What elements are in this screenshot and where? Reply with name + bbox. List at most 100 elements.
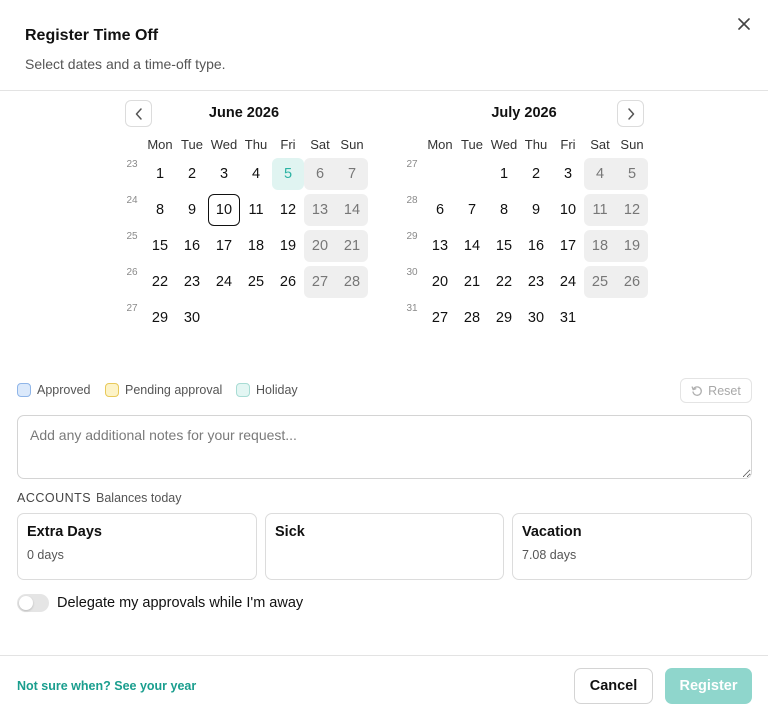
calendar-day[interactable]: 8 bbox=[488, 194, 520, 226]
header-divider bbox=[0, 90, 768, 91]
dialog-subtitle: Select dates and a time-off type. bbox=[25, 56, 226, 72]
calendar-day[interactable]: 31 bbox=[552, 302, 584, 334]
calendar-day[interactable]: 5 bbox=[272, 158, 304, 190]
calendar-day[interactable]: 24 bbox=[552, 266, 584, 298]
calendar-day[interactable]: 29 bbox=[144, 302, 176, 334]
legend-holiday: Holiday bbox=[236, 383, 298, 397]
chevron-left-icon bbox=[135, 107, 142, 120]
see-your-year-link[interactable]: Not sure when? See your year bbox=[17, 679, 196, 693]
chevron-right-icon bbox=[627, 107, 634, 120]
calendar-day[interactable]: 18 bbox=[584, 230, 616, 262]
prev-month-button[interactable] bbox=[125, 100, 152, 127]
close-button[interactable] bbox=[734, 14, 754, 34]
calendar-day[interactable]: 4 bbox=[584, 158, 616, 190]
calendar-day[interactable]: 11 bbox=[584, 194, 616, 226]
calendar-day[interactable]: 23 bbox=[520, 266, 552, 298]
weekday-header: Tue bbox=[181, 137, 203, 152]
account-card-sick[interactable]: Sick bbox=[265, 513, 504, 580]
calendar-day[interactable]: 18 bbox=[240, 230, 272, 262]
calendar-day[interactable]: 14 bbox=[336, 194, 368, 226]
calendar-day[interactable]: 7 bbox=[456, 194, 488, 226]
calendar-day[interactable]: 30 bbox=[520, 302, 552, 334]
delegate-label: Delegate my approvals while I'm away bbox=[57, 595, 304, 611]
calendar-day[interactable]: 9 bbox=[520, 194, 552, 226]
holiday-swatch bbox=[236, 383, 250, 397]
calendar-day[interactable]: 30 bbox=[176, 302, 208, 334]
calendar-day[interactable]: 12 bbox=[616, 194, 648, 226]
calendar-day[interactable]: 11 bbox=[240, 194, 272, 226]
account-card-extra-days[interactable]: Extra Days 0 days bbox=[17, 513, 257, 580]
calendar-day[interactable]: 15 bbox=[488, 230, 520, 262]
notes-textarea[interactable] bbox=[17, 415, 752, 479]
legend-pending: Pending approval bbox=[105, 383, 222, 397]
calendar-day[interactable]: 24 bbox=[208, 266, 240, 298]
calendar-day[interactable]: 29 bbox=[488, 302, 520, 334]
calendar-day[interactable]: 28 bbox=[456, 302, 488, 334]
calendar-day[interactable]: 15 bbox=[144, 230, 176, 262]
weekday-header: Wed bbox=[490, 137, 518, 152]
calendar-day[interactable]: 3 bbox=[552, 158, 584, 190]
reset-label: Reset bbox=[708, 383, 741, 398]
calendar-day[interactable]: 1 bbox=[144, 158, 176, 190]
weekday-header: Fri bbox=[280, 137, 296, 152]
delegate-toggle[interactable] bbox=[17, 594, 49, 612]
calendar-day[interactable]: 10 bbox=[208, 194, 240, 226]
calendar-day[interactable]: 13 bbox=[304, 194, 336, 226]
calendar-day[interactable]: 1 bbox=[488, 158, 520, 190]
weekday-header: Fri bbox=[560, 137, 576, 152]
calendar-day[interactable]: 21 bbox=[336, 230, 368, 262]
calendar-day[interactable]: 20 bbox=[424, 266, 456, 298]
weekday-header: Sun bbox=[620, 137, 644, 152]
calendar-day[interactable]: 5 bbox=[616, 158, 648, 190]
legend-holiday-label: Holiday bbox=[256, 383, 298, 397]
week-number: 23 bbox=[126, 159, 138, 170]
calendar-day[interactable]: 2 bbox=[176, 158, 208, 190]
calendar-day[interactable]: 16 bbox=[176, 230, 208, 262]
register-button[interactable]: Register bbox=[665, 668, 752, 704]
account-balance: 0 days bbox=[27, 548, 64, 562]
account-name: Sick bbox=[275, 524, 305, 540]
calendar-day[interactable]: 21 bbox=[456, 266, 488, 298]
account-card-vacation[interactable]: Vacation 7.08 days bbox=[512, 513, 752, 580]
calendar-day[interactable]: 4 bbox=[240, 158, 272, 190]
calendar-day[interactable]: 17 bbox=[208, 230, 240, 262]
calendar-day[interactable]: 17 bbox=[552, 230, 584, 262]
calendar-day[interactable]: 25 bbox=[240, 266, 272, 298]
calendar-day[interactable]: 25 bbox=[584, 266, 616, 298]
calendar-day[interactable]: 28 bbox=[336, 266, 368, 298]
calendar-day[interactable]: 23 bbox=[176, 266, 208, 298]
calendar-day[interactable]: 6 bbox=[424, 194, 456, 226]
calendar-day[interactable]: 12 bbox=[272, 194, 304, 226]
calendar-day[interactable]: 10 bbox=[552, 194, 584, 226]
pending-swatch bbox=[105, 383, 119, 397]
weekday-header: Mon bbox=[427, 137, 453, 152]
calendar-day[interactable]: 22 bbox=[488, 266, 520, 298]
accounts-heading: ACCOUNTS bbox=[17, 491, 92, 505]
calendar-day[interactable]: 20 bbox=[304, 230, 336, 262]
calendar-day[interactable]: 27 bbox=[304, 266, 336, 298]
calendar-day[interactable]: 8 bbox=[144, 194, 176, 226]
calendar-day[interactable]: 19 bbox=[616, 230, 648, 262]
calendar-day[interactable]: 2 bbox=[520, 158, 552, 190]
calendar-day[interactable]: 26 bbox=[616, 266, 648, 298]
calendar-day[interactable]: 16 bbox=[520, 230, 552, 262]
week-number: 29 bbox=[406, 231, 418, 242]
calendar-day[interactable]: 22 bbox=[144, 266, 176, 298]
approved-swatch bbox=[17, 383, 31, 397]
calendar-day[interactable]: 19 bbox=[272, 230, 304, 262]
calendar-day[interactable]: 26 bbox=[272, 266, 304, 298]
cancel-button[interactable]: Cancel bbox=[574, 668, 653, 704]
legend-pending-label: Pending approval bbox=[125, 383, 223, 397]
calendar-day[interactable]: 3 bbox=[208, 158, 240, 190]
calendar-day[interactable]: 6 bbox=[304, 158, 336, 190]
calendar-day[interactable]: 14 bbox=[456, 230, 488, 262]
reset-button[interactable]: Reset bbox=[680, 378, 752, 403]
account-balance: 7.08 days bbox=[522, 548, 577, 562]
calendar-day[interactable]: 27 bbox=[424, 302, 456, 334]
calendar-day[interactable]: 13 bbox=[424, 230, 456, 262]
next-month-button[interactable] bbox=[617, 100, 644, 127]
calendar-day[interactable]: 9 bbox=[176, 194, 208, 226]
legend-approved: Approved bbox=[17, 383, 91, 397]
calendar-day[interactable]: 7 bbox=[336, 158, 368, 190]
register-time-off-dialog: Register Time Off Select dates and a tim… bbox=[0, 0, 768, 720]
